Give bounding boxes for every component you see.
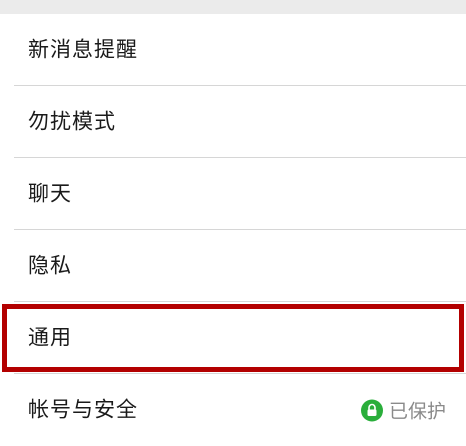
- protected-status: 已保护: [360, 397, 446, 424]
- settings-item-label: 帐号与安全: [28, 397, 138, 422]
- settings-item-account-security[interactable]: 帐号与安全 已保护: [0, 374, 466, 446]
- settings-item-privacy[interactable]: 隐私: [0, 230, 466, 302]
- settings-item-label: 勿扰模式: [28, 109, 116, 134]
- settings-item-chat[interactable]: 聊天: [0, 158, 466, 230]
- settings-item-label: 聊天: [28, 181, 72, 206]
- settings-item-do-not-disturb[interactable]: 勿扰模式: [0, 86, 466, 158]
- settings-item-label: 通用: [28, 325, 72, 350]
- settings-item-new-message-notification[interactable]: 新消息提醒: [0, 14, 466, 86]
- settings-list: 新消息提醒 勿扰模式 聊天 隐私 通用 帐号与安全 已保护: [0, 14, 466, 446]
- settings-item-label: 隐私: [28, 253, 72, 278]
- lock-icon: [360, 399, 383, 421]
- settings-item-label: 新消息提醒: [28, 37, 138, 62]
- top-gray-bar: [0, 0, 466, 14]
- protected-status-text: 已保护: [388, 400, 446, 423]
- settings-item-general[interactable]: 通用: [0, 302, 466, 374]
